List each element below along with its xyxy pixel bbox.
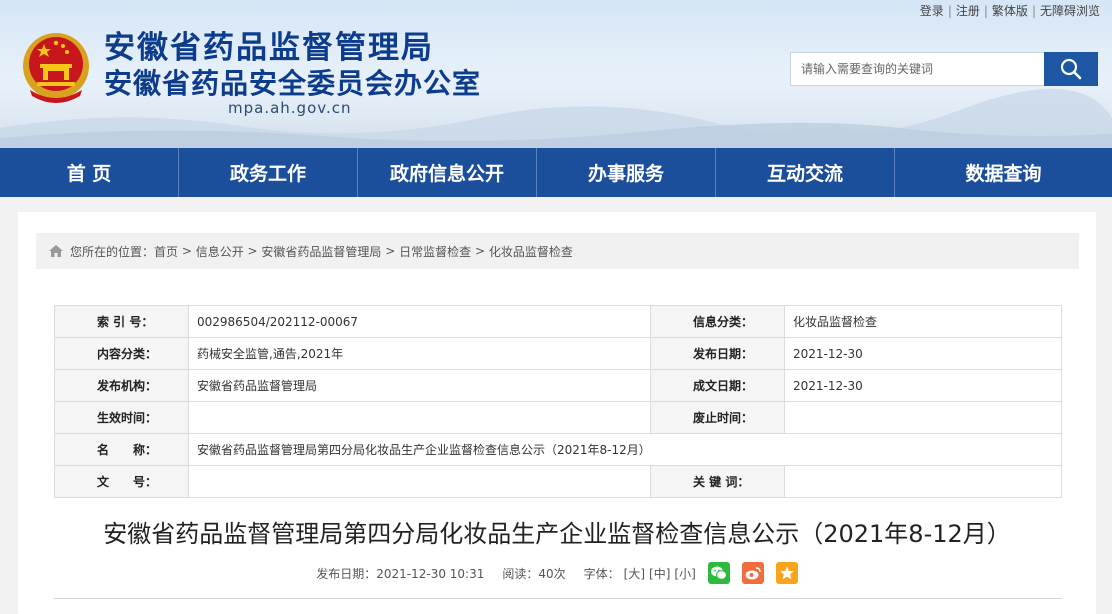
breadcrumb-separator: > xyxy=(178,244,196,258)
document-meta-table: 索 引 号： 002986504/202112-00067 信息分类： 化妆品监… xyxy=(54,305,1062,498)
favorite-button[interactable] xyxy=(775,562,798,584)
site-title-main: 安徽省药品监督管理局 xyxy=(104,30,434,66)
top-links: 登录 | 注册 | 繁体版 | 无障碍浏览 xyxy=(919,4,1100,18)
nav-home[interactable]: 首 页 xyxy=(0,148,179,197)
font-large-button[interactable]: [大] xyxy=(624,565,645,582)
effective-label: 生效时间： xyxy=(54,401,189,434)
register-link[interactable]: 注册 xyxy=(956,4,980,18)
weibo-share-button[interactable] xyxy=(741,562,764,584)
divider xyxy=(54,598,1062,599)
content-category-value: 药械安全监管,通告,2021年 xyxy=(188,337,651,370)
docno-label: 文 号： xyxy=(54,465,189,498)
search-button[interactable] xyxy=(1044,52,1098,86)
site-domain: mpa.ah.gov.cn xyxy=(228,99,352,117)
content-category-label: 内容分类： xyxy=(54,337,189,370)
home-icon xyxy=(48,244,64,258)
main-nav: 首 页 政务工作 政府信息公开 办事服务 互动交流 数据查询 xyxy=(0,148,1112,197)
pubdate-label: 发布日期： xyxy=(650,337,785,370)
site-header: 登录 | 注册 | 繁体版 | 无障碍浏览 安徽省药品监督管理局 安徽省药品安全委员会办公室… xyxy=(0,0,1112,148)
nav-data-query[interactable]: 数据查询 xyxy=(895,148,1112,197)
name-value: 安徽省药品监督管理局第四分局化妆品生产企业监督检查信息公示（2021年8-12月… xyxy=(188,433,1062,466)
docdate-label: 成文日期： xyxy=(650,369,785,402)
login-link[interactable]: 登录 xyxy=(920,4,944,18)
name-label: 名 称： xyxy=(54,433,189,466)
font-size-label: 字体： xyxy=(583,566,620,581)
article-info-bar: 发布日期：2021-12-30 10:31 阅读：40次 字体： [大] [中]… xyxy=(18,562,1096,584)
expire-label: 废止时间： xyxy=(650,401,785,434)
content-panel: 您所在的位置： 首页 > 信息公开 > 安徽省药品监督管理局 > 日常监督检查 … xyxy=(18,212,1096,614)
breadcrumb: 您所在的位置： 首页 > 信息公开 > 安徽省药品监督管理局 > 日常监督检查 … xyxy=(36,233,1079,269)
accessibility-link[interactable]: 无障碍浏览 xyxy=(1040,4,1100,18)
table-row: 文 号： 关 键 词： xyxy=(54,465,1062,498)
category-label: 信息分类： xyxy=(650,305,785,338)
traditional-link[interactable]: 繁体版 xyxy=(992,4,1028,18)
nav-government-work[interactable]: 政务工作 xyxy=(179,148,358,197)
breadcrumb-prefix: 您所在的位置： xyxy=(70,244,155,259)
breadcrumb-daily-inspection[interactable]: 日常监督检查 xyxy=(399,243,471,260)
breadcrumb-home[interactable]: 首页 xyxy=(154,243,178,260)
table-row: 生效时间： 废止时间： xyxy=(54,401,1062,434)
article-pubdate: 发布日期：2021-12-30 10:31 xyxy=(316,566,485,581)
search-icon xyxy=(1060,58,1082,80)
font-medium-button[interactable]: [中] xyxy=(649,565,670,582)
national-emblem-icon xyxy=(23,33,89,103)
expire-value xyxy=(784,401,1062,434)
font-small-button[interactable]: [小] xyxy=(674,565,695,582)
index-label: 索 引 号： xyxy=(54,305,189,338)
weibo-icon xyxy=(745,567,761,580)
org-label: 发布机构： xyxy=(54,369,189,402)
org-value: 安徽省药品监督管理局 xyxy=(188,369,651,402)
search-input[interactable] xyxy=(790,52,1044,86)
search-bar xyxy=(790,52,1098,86)
breadcrumb-cosmetics-inspection[interactable]: 化妆品监督检查 xyxy=(489,243,573,260)
breadcrumb-separator: > xyxy=(381,244,400,258)
favorite-star-icon xyxy=(779,566,794,580)
breadcrumb-separator: > xyxy=(243,244,262,258)
nav-interaction[interactable]: 互动交流 xyxy=(716,148,895,197)
keyword-value xyxy=(784,465,1062,498)
table-row: 内容分类： 药械安全监管,通告,2021年 发布日期： 2021-12-30 xyxy=(54,337,1062,370)
effective-value xyxy=(188,401,651,434)
category-value: 化妆品监督检查 xyxy=(784,305,1062,338)
table-row: 索 引 号： 002986504/202112-00067 信息分类： 化妆品监… xyxy=(54,305,1062,338)
breadcrumb-info-disclosure[interactable]: 信息公开 xyxy=(196,243,244,260)
index-value: 002986504/202112-00067 xyxy=(188,305,651,338)
breadcrumb-agency[interactable]: 安徽省药品监督管理局 xyxy=(261,243,381,260)
article-views: 阅读：40次 xyxy=(502,566,566,581)
site-title-sub: 安徽省药品安全委员会办公室 xyxy=(104,67,482,100)
article-title: 安徽省药品监督管理局第四分局化妆品生产企业监督检查信息公示（2021年8-12月… xyxy=(103,520,1011,548)
table-row: 名 称： 安徽省药品监督管理局第四分局化妆品生产企业监督检查信息公示（2021年… xyxy=(54,433,1062,466)
pubdate-value: 2021-12-30 xyxy=(784,337,1062,370)
docno-value xyxy=(188,465,651,498)
nav-info-disclosure[interactable]: 政府信息公开 xyxy=(358,148,537,197)
wechat-share-button[interactable] xyxy=(707,562,730,584)
wechat-icon xyxy=(710,566,727,580)
nav-services[interactable]: 办事服务 xyxy=(537,148,716,197)
docdate-value: 2021-12-30 xyxy=(784,369,1062,402)
breadcrumb-separator: > xyxy=(471,244,489,258)
table-row: 发布机构： 安徽省药品监督管理局 成文日期： 2021-12-30 xyxy=(54,369,1062,402)
keyword-label: 关 键 词： xyxy=(650,465,785,498)
